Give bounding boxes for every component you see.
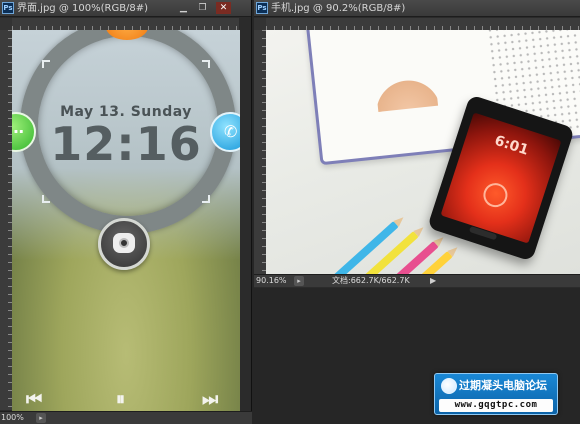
- close-button[interactable]: ✕: [216, 2, 231, 14]
- left-document-title: 界面.jpg @ 100%(RGB/8#): [17, 3, 149, 14]
- phone-clock: 6:01: [492, 132, 531, 159]
- navigator-icon[interactable]: ▸: [294, 276, 304, 286]
- forum-logo-icon: [441, 378, 457, 394]
- watermark-url: www.gqgtpc.com: [439, 399, 553, 412]
- left-zoom-level[interactable]: 100%: [1, 412, 24, 424]
- right-document-titlebar[interactable]: Ps 手机.jpg @ 90.2%(RGB/8#): [254, 0, 580, 17]
- phone-screen: 6:01: [440, 112, 562, 244]
- watermark-title: 过期凝头电脑论坛: [459, 379, 547, 392]
- right-zoom-level[interactable]: 90.16%: [256, 275, 287, 287]
- ring-corner-mark: [42, 60, 50, 68]
- ring-corner-mark: [202, 60, 210, 68]
- phone-unlock-ring: [480, 179, 511, 211]
- navigator-icon[interactable]: ▸: [36, 413, 46, 423]
- left-document-titlebar[interactable]: Ps 界面.jpg @ 100%(RGB/8#) ▁ ❐ ✕: [0, 0, 251, 17]
- photoshop-icon: Ps: [2, 2, 14, 14]
- previous-track-icon: ⏮: [26, 389, 43, 410]
- ruler-origin[interactable]: [0, 18, 12, 30]
- notebook-sketch: [374, 65, 439, 112]
- left-status-bar: 100% ▸: [0, 411, 252, 424]
- photoshop-icon: Ps: [256, 2, 268, 14]
- left-document-window[interactable]: Ps 界面.jpg @ 100%(RGB/8#) ▁ ❐ ✕ ⋯ ✆ May 1…: [0, 0, 252, 424]
- right-status-bar: 90.16% ▸ 文档:662.7K/662.7K ▶: [254, 274, 580, 287]
- canvas-phone-photo[interactable]: 6:01: [266, 30, 580, 274]
- restore-button[interactable]: ❐: [195, 2, 210, 14]
- canvas-lock-screen-image[interactable]: ⋯ ✆ May 13. Sunday 12:16 ⏮ ⏸ ⏭: [12, 30, 240, 411]
- vertical-ruler[interactable]: [254, 30, 266, 274]
- ring-corner-mark: [42, 195, 50, 203]
- forum-watermark-logo: 过期凝头电脑论坛 www.gqgtpc.com: [434, 373, 558, 415]
- ring-corner-mark: [202, 195, 210, 203]
- vertical-ruler[interactable]: [0, 30, 12, 410]
- minimize-button[interactable]: ▁: [176, 2, 191, 14]
- status-menu-arrow-icon[interactable]: ▶: [430, 275, 436, 287]
- lock-screen-time: 12:16: [50, 117, 202, 171]
- pause-icon: ⏸: [116, 389, 125, 410]
- right-document-title: 手机.jpg @ 90.2%(RGB/8#): [271, 3, 406, 14]
- right-document-window[interactable]: Ps 手机.jpg @ 90.2%(RGB/8#) 6:01 90.16% ▸ …: [254, 0, 580, 424]
- camera-unlock-icon: [98, 218, 150, 270]
- horizontal-ruler[interactable]: [266, 18, 580, 30]
- ruler-origin[interactable]: [254, 18, 266, 30]
- document-size-info: 文档:662.7K/662.7K: [332, 276, 410, 285]
- horizontal-ruler[interactable]: [12, 18, 239, 30]
- next-track-icon: ⏭: [202, 389, 219, 410]
